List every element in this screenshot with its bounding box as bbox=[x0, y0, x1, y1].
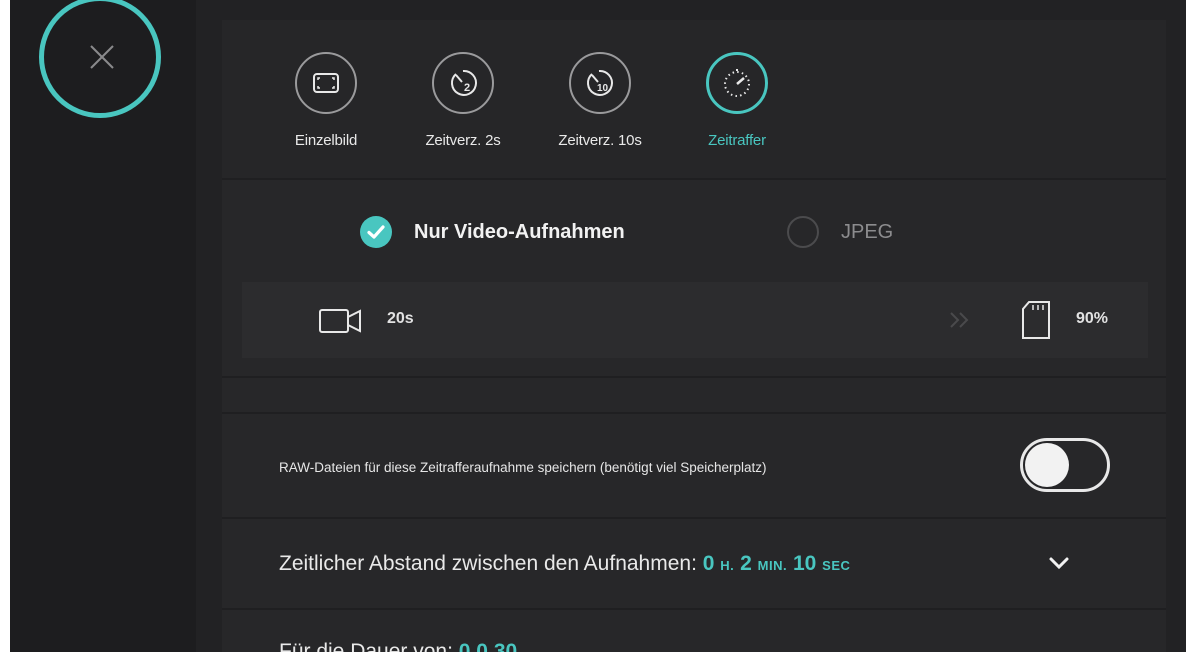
checkmark-icon[interactable] bbox=[360, 216, 392, 248]
mode-single-frame[interactable]: Einzelbild bbox=[256, 52, 396, 149]
duration-minutes: 0 bbox=[476, 640, 488, 652]
mode-label: Zeitverz. 2s bbox=[425, 132, 501, 149]
timer-10s-icon: 10 bbox=[569, 52, 631, 114]
sidebar bbox=[10, 0, 196, 652]
video-length-value: 20s bbox=[387, 310, 414, 327]
duration-row[interactable]: Für die Dauer von: 0 0 30 bbox=[279, 640, 517, 652]
interval-row[interactable]: Zeitlicher Abstand zwischen den Aufnahme… bbox=[279, 552, 850, 576]
double-chevron-right-icon bbox=[950, 312, 969, 328]
divider bbox=[222, 412, 1166, 414]
interval-label: Zeitlicher Abstand zwischen den Aufnahme… bbox=[279, 552, 697, 575]
card-percent-value: 90% bbox=[1076, 310, 1109, 327]
duration-seconds: 30 bbox=[493, 640, 518, 652]
camera-settings-window: Einzelbild 2 Zeitverz. 2s 10 Zeitverz. 1… bbox=[10, 0, 1186, 652]
mode-label: Zeitverz. 10s bbox=[558, 132, 642, 149]
interval-seconds-unit: SEC bbox=[822, 558, 851, 573]
interval-hours: 0 bbox=[702, 552, 715, 575]
radio-unchecked-icon[interactable] bbox=[787, 216, 819, 248]
svg-text:2: 2 bbox=[464, 82, 470, 94]
storage-info-strip: 20s 90% bbox=[242, 282, 1148, 358]
interval-minutes-unit: MIN. bbox=[757, 558, 788, 573]
raw-files-toggle[interactable] bbox=[1020, 438, 1110, 492]
mode-timer-2s[interactable]: 2 Zeitverz. 2s bbox=[393, 52, 533, 149]
mode-label: Zeitraffer bbox=[708, 132, 766, 149]
duration-hours: 0 bbox=[458, 640, 471, 652]
raw-files-label: RAW-Dateien für diese Zeitrafferaufnahme… bbox=[279, 460, 767, 475]
toggle-knob bbox=[1025, 443, 1069, 487]
divider bbox=[222, 517, 1166, 519]
divider bbox=[222, 178, 1166, 180]
mode-timer-10s[interactable]: 10 Zeitverz. 10s bbox=[530, 52, 670, 149]
svg-text:10: 10 bbox=[597, 83, 609, 94]
video-camera-icon bbox=[319, 309, 361, 333]
timer-2s-icon: 2 bbox=[432, 52, 494, 114]
interval-hours-unit: H. bbox=[720, 558, 735, 573]
mode-selector: Einzelbild 2 Zeitverz. 2s 10 Zeitverz. 1… bbox=[222, 20, 1166, 178]
timelapse-icon bbox=[706, 52, 768, 114]
settings-panel: Einzelbild 2 Zeitverz. 2s 10 Zeitverz. 1… bbox=[222, 20, 1166, 652]
interval-minutes: 2 bbox=[740, 552, 752, 575]
single-frame-icon bbox=[295, 52, 357, 114]
divider bbox=[222, 376, 1166, 378]
mode-label: Einzelbild bbox=[294, 132, 358, 149]
option-video-only[interactable]: Nur Video-Aufnahmen bbox=[360, 216, 625, 248]
mode-timelapse[interactable]: Zeitraffer bbox=[667, 52, 807, 149]
duration-label: Für die Dauer von: bbox=[279, 640, 453, 652]
chevron-down-icon[interactable] bbox=[1047, 555, 1071, 571]
close-icon[interactable] bbox=[89, 44, 115, 70]
option-jpeg[interactable]: JPEG bbox=[787, 216, 893, 248]
interval-seconds: 10 bbox=[792, 552, 817, 575]
jpeg-label: JPEG bbox=[841, 220, 894, 243]
sd-card-icon bbox=[1022, 301, 1050, 339]
divider bbox=[222, 608, 1166, 610]
video-only-label: Nur Video-Aufnahmen bbox=[414, 220, 625, 243]
